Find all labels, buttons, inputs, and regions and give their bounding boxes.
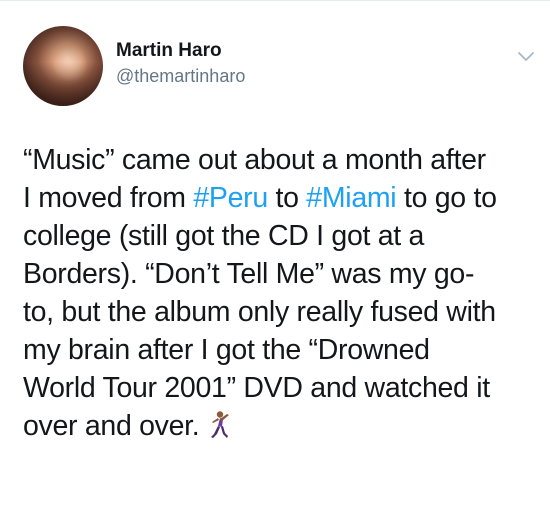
author-handle[interactable]: @themartinharo <box>116 66 245 87</box>
tweet-text: “Music” came out about a month after I mo… <box>23 141 543 445</box>
tweet-text-segment: Borders). “Don’t Tell Me” was my go- <box>23 258 475 290</box>
tweet-text-segment: college (still got the CD I got at a <box>23 220 425 252</box>
chevron-down-icon[interactable] <box>516 50 536 64</box>
tweet-text-line: World Tour 2001” DVD and watched it <box>23 369 543 407</box>
tweet-text-segment: to go to <box>396 182 497 214</box>
tweet-text-line: I moved from #Peru to #Miami to go to <box>23 179 543 217</box>
tweet-text-segment: over and over. <box>23 410 200 442</box>
tweet-text-line: to, but the album only really fused with <box>23 293 543 331</box>
tweet-text-segment: to <box>267 182 307 214</box>
tweet-text-line: over and over. <box>23 407 543 445</box>
tweet-text-line: Borders). “Don’t Tell Me” was my go- <box>23 255 543 293</box>
tweet-text-segment: “Music” came out about a month after <box>23 144 486 176</box>
hashtag-link[interactable]: #Peru <box>193 182 268 214</box>
tweet-text-line: my brain after I got the “Drowned <box>23 331 543 369</box>
author-display-name[interactable]: Martin Haro <box>116 40 222 62</box>
tweet-text-line: “Music” came out about a month after <box>23 141 543 179</box>
tweet-text-segment: World Tour 2001” DVD and watched it <box>23 372 490 404</box>
tweet-text-segment: to, but the album only really fused with <box>23 296 496 328</box>
tweet-text-line: college (still got the CD I got at a <box>23 217 543 255</box>
man-dancing-emoji <box>211 411 230 438</box>
hashtag-link[interactable]: #Miami <box>306 182 396 214</box>
tweet-text-segment: my brain after I got the “Drowned <box>23 334 430 366</box>
avatar[interactable] <box>23 26 103 106</box>
tweet-text-segment: I moved from <box>23 182 194 214</box>
tweet-card: Martin Haro @themartinharo “Music” came … <box>0 0 550 526</box>
